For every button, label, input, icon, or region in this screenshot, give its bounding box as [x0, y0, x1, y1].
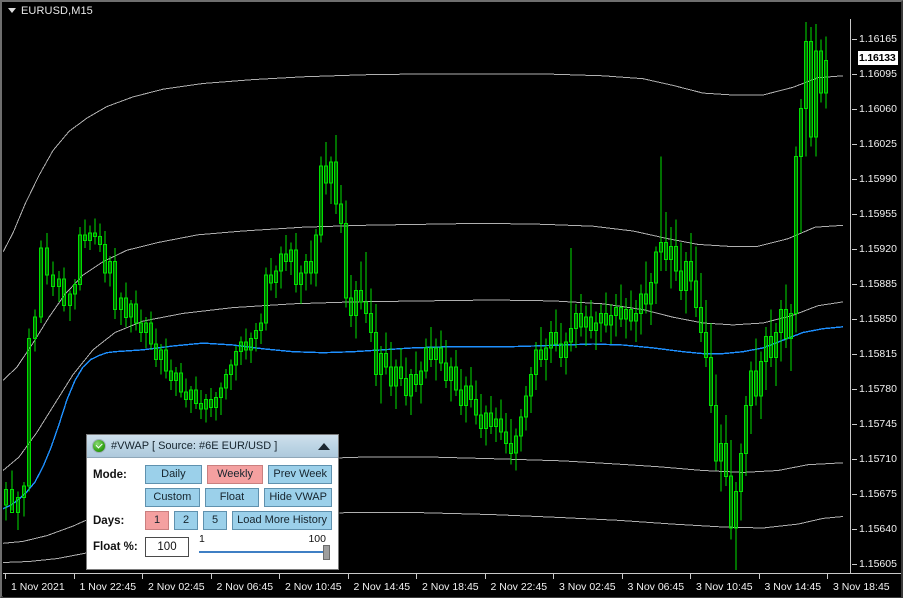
price-axis-label: 1.16060: [859, 103, 897, 115]
time-axis-label: 3 Nov 06:45: [627, 581, 685, 593]
time-axis-label: 2 Nov 06:45: [216, 581, 274, 593]
time-tick: [690, 574, 691, 579]
slider-max-label: 100: [308, 533, 326, 545]
mode-button-custom[interactable]: Custom: [145, 488, 200, 507]
days-button-2[interactable]: 2: [174, 511, 199, 530]
vwap-band-line: [3, 73, 844, 253]
days-label: Days:: [93, 514, 125, 527]
time-axis-label: 1 Nov 2021: [11, 581, 65, 593]
price-axis-label: 1.16165: [859, 33, 897, 45]
time-tick: [553, 574, 554, 579]
time-axis-label: 3 Nov 02:45: [559, 581, 616, 593]
price-axis-label: 1.16095: [859, 68, 897, 80]
chevron-down-icon[interactable]: [8, 8, 16, 13]
time-axis-label: 2 Nov 02:45: [148, 581, 205, 593]
mode-button-hide-vwap[interactable]: Hide VWAP: [264, 488, 332, 507]
time-axis-label: 2 Nov 22:45: [490, 581, 548, 593]
price-axis-label: 1.15885: [859, 278, 897, 290]
slider-track[interactable]: [199, 551, 330, 553]
mode-label: Mode:: [93, 468, 127, 481]
price-axis-label: 1.15850: [859, 313, 897, 325]
price-tick: [852, 494, 857, 495]
time-tick: [142, 574, 143, 579]
price-tick: [852, 39, 857, 40]
price-tick: [852, 109, 857, 110]
time-tick: [210, 574, 212, 579]
price-axis-label: 1.15710: [859, 453, 897, 465]
price-tick: [852, 424, 857, 425]
time-axis-label: 3 Nov 18:45: [833, 581, 890, 593]
time-tick: [484, 574, 486, 579]
time-tick: [5, 574, 6, 579]
float-percent-input[interactable]: 100: [145, 537, 189, 557]
float-percent-slider[interactable]: 1 100: [197, 533, 332, 560]
price-tick: [852, 214, 857, 215]
price-axis-label: 1.15990: [859, 173, 897, 185]
status-ok-icon: [92, 439, 106, 453]
price-axis-label: 1.15605: [859, 558, 897, 570]
time-axis-label: 2 Nov 10:45: [285, 581, 342, 593]
mode-row-1: Mode: Daily Weekly Prev Week: [93, 465, 332, 484]
price-tick: [852, 179, 857, 180]
chevron-up-icon[interactable]: [318, 442, 330, 450]
float-row: Float %: 100 1 100: [93, 533, 332, 560]
symbol-label: EURUSD,M15: [21, 4, 93, 17]
time-tick: [827, 574, 828, 579]
mode-button-prev-week[interactable]: Prev Week: [268, 465, 332, 484]
price-axis-label: 1.15675: [859, 488, 897, 500]
price-tick: [852, 284, 857, 285]
price-tick: [852, 459, 857, 460]
time-tick: [279, 574, 280, 579]
days-button-1[interactable]: 1: [145, 511, 170, 530]
mode-row-2: Custom Float Hide VWAP: [93, 488, 332, 507]
price-axis-label: 1.15815: [859, 348, 897, 360]
days-row: Days: 1 2 5 Load More History: [93, 511, 333, 530]
price-axis-label: 1.15780: [859, 383, 897, 395]
chart-window: EURUSD,M15 1.16165 1.16095 1.16060 1.16025 1…: [0, 0, 903, 598]
symbol-bar: EURUSD,M15: [2, 2, 901, 19]
slider-thumb[interactable]: [323, 545, 330, 560]
price-axis[interactable]: 1.16165 1.16095 1.16060 1.16025 1.15990 1.159…: [852, 3, 901, 573]
vwap-panel-body: Mode: Daily Weekly Prev Week Custom Floa…: [87, 458, 338, 569]
price-tick: [852, 354, 857, 355]
price-axis-label: 1.15745: [859, 418, 897, 430]
price-tick: [852, 144, 857, 145]
time-axis-label: 3 Nov 10:45: [696, 581, 753, 593]
price-tick: [852, 389, 857, 390]
price-axis-label: 1.16025: [859, 138, 897, 150]
mode-button-daily[interactable]: Daily: [145, 465, 202, 484]
price-tick: [852, 564, 857, 565]
vwap-band-line: [3, 222, 844, 381]
time-tick: [621, 574, 623, 579]
vwap-panel[interactable]: #VWAP [ Source: #6E EUR/USD ] Mode: Dail…: [86, 434, 339, 570]
price-tick: [852, 74, 857, 75]
time-tick: [416, 574, 417, 579]
vwap-panel-title: #VWAP [ Source: #6E EUR/USD ]: [111, 440, 278, 452]
mode-button-float[interactable]: Float: [204, 488, 260, 507]
price-axis-label: 1.15955: [859, 208, 897, 220]
days-button-5[interactable]: 5: [203, 511, 228, 530]
time-axis-label: 3 Nov 14:45: [764, 581, 822, 593]
current-price-label: 1.16133: [858, 51, 898, 66]
slider-min-label: 1: [199, 533, 205, 545]
price-axis-label: 1.15920: [859, 243, 897, 255]
time-tick: [758, 574, 760, 579]
time-axis-label: 2 Nov 14:45: [353, 581, 411, 593]
price-tick: [852, 529, 857, 530]
float-percent-label: Float %:: [93, 541, 138, 553]
price-axis-label: 1.15640: [859, 523, 897, 535]
mode-button-weekly[interactable]: Weekly: [206, 465, 264, 484]
load-more-history-button[interactable]: Load More History: [232, 511, 333, 530]
price-tick: [852, 319, 857, 320]
vwap-panel-header[interactable]: #VWAP [ Source: #6E EUR/USD ]: [87, 435, 338, 458]
time-axis-label: 2 Nov 18:45: [422, 581, 479, 593]
time-tick: [347, 574, 349, 579]
time-tick: [73, 574, 75, 579]
time-axis-label: 1 Nov 22:45: [79, 581, 137, 593]
price-tick: [852, 249, 857, 250]
time-axis[interactable]: 1 Nov 2021 1 Nov 22:45 2 Nov 02:45 2 Nov 06…: [3, 573, 901, 597]
